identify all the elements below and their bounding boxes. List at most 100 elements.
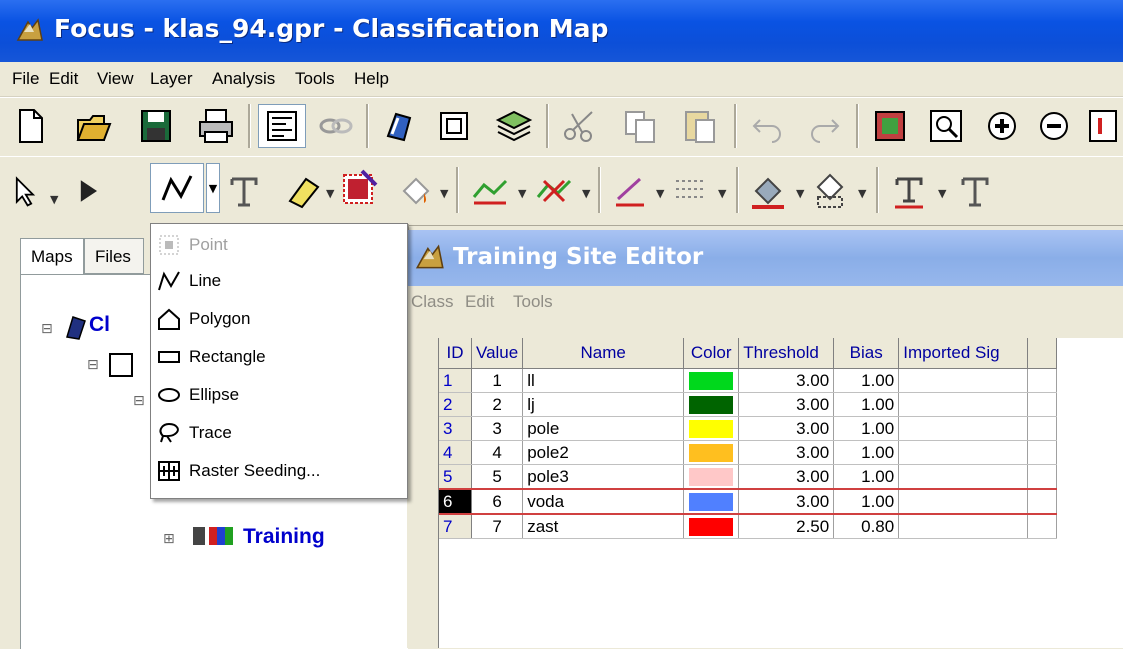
- font-style-button[interactable]: [884, 169, 934, 213]
- row-id-cell[interactable]: 4: [439, 440, 472, 465]
- col-header-threshold[interactable]: Threshold: [738, 338, 835, 369]
- tab-files[interactable]: Files: [84, 238, 144, 274]
- chevron-down-icon[interactable]: ▼: [796, 187, 804, 200]
- copy-button[interactable]: [616, 104, 664, 148]
- fill-pattern-button[interactable]: [806, 169, 854, 213]
- chevron-down-icon[interactable]: ▼: [656, 187, 664, 200]
- color-cell[interactable]: [683, 488, 740, 515]
- col-header-id[interactable]: ID: [439, 338, 472, 369]
- chevron-down-icon[interactable]: ▼: [518, 187, 526, 200]
- bias-cell[interactable]: 1.00: [833, 392, 900, 417]
- zoom-extent-button[interactable]: [866, 104, 914, 148]
- threshold-cell[interactable]: 3.00: [738, 416, 835, 441]
- zoom-in-button[interactable]: [978, 104, 1026, 148]
- menu-item-ellipse[interactable]: Ellipse: [151, 378, 407, 412]
- name-cell[interactable]: voda: [522, 488, 685, 515]
- editor-menu-tools[interactable]: Tools: [513, 292, 553, 312]
- save-button[interactable]: [132, 104, 180, 148]
- tree-root-label[interactable]: Cl: [89, 313, 110, 337]
- fill-color-button[interactable]: [744, 169, 792, 213]
- bias-cell[interactable]: 1.00: [833, 440, 900, 465]
- threshold-cell[interactable]: 3.00: [738, 464, 835, 490]
- threshold-cell[interactable]: 3.00: [738, 488, 835, 515]
- table-row[interactable]: 2 2 lj 3.00 1.00: [439, 392, 1058, 417]
- table-row[interactable]: 4 4 pole2 3.00 1.00: [439, 440, 1058, 465]
- vertex-tool-button[interactable]: [70, 169, 106, 213]
- zoom-1to1-button[interactable]: [1078, 104, 1118, 148]
- zoom-out-button[interactable]: [1030, 104, 1078, 148]
- imported-sig-cell[interactable]: [898, 488, 1029, 515]
- col-header-value[interactable]: Value: [471, 338, 524, 369]
- editor-menu-class[interactable]: Class: [411, 292, 454, 312]
- layers-button[interactable]: [490, 104, 538, 148]
- chevron-down-icon[interactable]: ▼: [938, 187, 946, 200]
- font-tool-button[interactable]: [950, 169, 1000, 213]
- chevron-down-icon[interactable]: ▼: [440, 187, 448, 200]
- menu-item-rectangle[interactable]: Rectangle: [151, 340, 407, 374]
- color-cell[interactable]: [683, 514, 740, 539]
- tab-maps[interactable]: Maps: [20, 238, 84, 274]
- menu-layer[interactable]: Layer: [150, 69, 193, 89]
- menu-item-raster-seeding[interactable]: Raster Seeding...: [151, 454, 407, 488]
- new-map-button[interactable]: [376, 104, 424, 148]
- menu-view[interactable]: View: [97, 69, 134, 89]
- menu-help[interactable]: Help: [354, 69, 389, 89]
- name-cell[interactable]: lj: [522, 392, 685, 417]
- row-id-cell[interactable]: 7: [439, 514, 472, 539]
- chevron-down-icon[interactable]: ▼: [582, 187, 590, 200]
- raster-paint-button[interactable]: [338, 165, 382, 209]
- col-header-color[interactable]: Color: [683, 338, 740, 369]
- name-cell[interactable]: ll: [522, 368, 685, 393]
- select-tool-button[interactable]: [6, 169, 42, 213]
- new-button[interactable]: [6, 104, 54, 148]
- menu-item-point[interactable]: Point: [151, 228, 407, 262]
- table-row[interactable]: 6 6 voda 3.00 1.00: [439, 488, 1058, 515]
- tree-expander-icon[interactable]: ⊟: [41, 321, 53, 337]
- line-tool-button[interactable]: [150, 163, 204, 213]
- window-titlebar[interactable]: Focus - klas_94.gpr - Classification Map: [0, 0, 1123, 62]
- row-id-cell[interactable]: 1: [439, 368, 472, 393]
- value-cell[interactable]: 7: [471, 514, 524, 539]
- cut-button[interactable]: [556, 104, 604, 148]
- imported-sig-cell[interactable]: [898, 392, 1029, 417]
- new-area-button[interactable]: [430, 104, 478, 148]
- eraser-tool-button[interactable]: [282, 169, 326, 213]
- name-cell[interactable]: pole3: [522, 464, 685, 490]
- tree-training-label[interactable]: Training: [243, 525, 325, 549]
- name-cell[interactable]: pole2: [522, 440, 685, 465]
- color-cell[interactable]: [683, 368, 740, 393]
- value-cell[interactable]: 3: [471, 416, 524, 441]
- bias-cell[interactable]: 0.80: [833, 514, 900, 539]
- color-cell[interactable]: [683, 440, 740, 465]
- value-cell[interactable]: 4: [471, 440, 524, 465]
- color-cell[interactable]: [683, 392, 740, 417]
- line-pattern-button[interactable]: [666, 169, 714, 213]
- color-cell[interactable]: [683, 416, 740, 441]
- value-cell[interactable]: 2: [471, 392, 524, 417]
- editor-titlebar[interactable]: Training Site Editor: [407, 230, 1123, 286]
- layout-button[interactable]: [258, 104, 306, 148]
- tree-expander-icon[interactable]: ⊟: [87, 357, 99, 373]
- threshold-cell[interactable]: 3.00: [738, 368, 835, 393]
- row-id-cell[interactable]: 2: [439, 392, 472, 417]
- tree-expander-icon[interactable]: ⊟: [133, 393, 145, 409]
- imported-sig-cell[interactable]: [898, 514, 1029, 539]
- row-id-cell[interactable]: 5: [439, 464, 472, 490]
- menu-edit[interactable]: Edit: [49, 69, 78, 89]
- threshold-cell[interactable]: 3.00: [738, 392, 835, 417]
- color-cell[interactable]: [683, 464, 740, 490]
- row-id-cell[interactable]: 3: [439, 416, 472, 441]
- paste-button[interactable]: [676, 104, 724, 148]
- table-row[interactable]: 5 5 pole3 3.00 1.00: [439, 464, 1058, 490]
- threshold-cell[interactable]: 2.50: [738, 514, 835, 539]
- value-cell[interactable]: 1: [471, 368, 524, 393]
- line-tool-dropdown[interactable]: ▼: [206, 163, 220, 213]
- menu-tools[interactable]: Tools: [295, 69, 335, 89]
- delete-symbol-button[interactable]: [530, 169, 578, 213]
- chevron-down-icon[interactable]: ▼: [326, 187, 334, 200]
- menu-item-polygon[interactable]: Polygon: [151, 302, 407, 336]
- symbol-tool-button[interactable]: [466, 169, 514, 213]
- chevron-down-icon[interactable]: ▼: [858, 187, 866, 200]
- fill-tool-button[interactable]: [396, 169, 436, 213]
- bias-cell[interactable]: 1.00: [833, 488, 900, 515]
